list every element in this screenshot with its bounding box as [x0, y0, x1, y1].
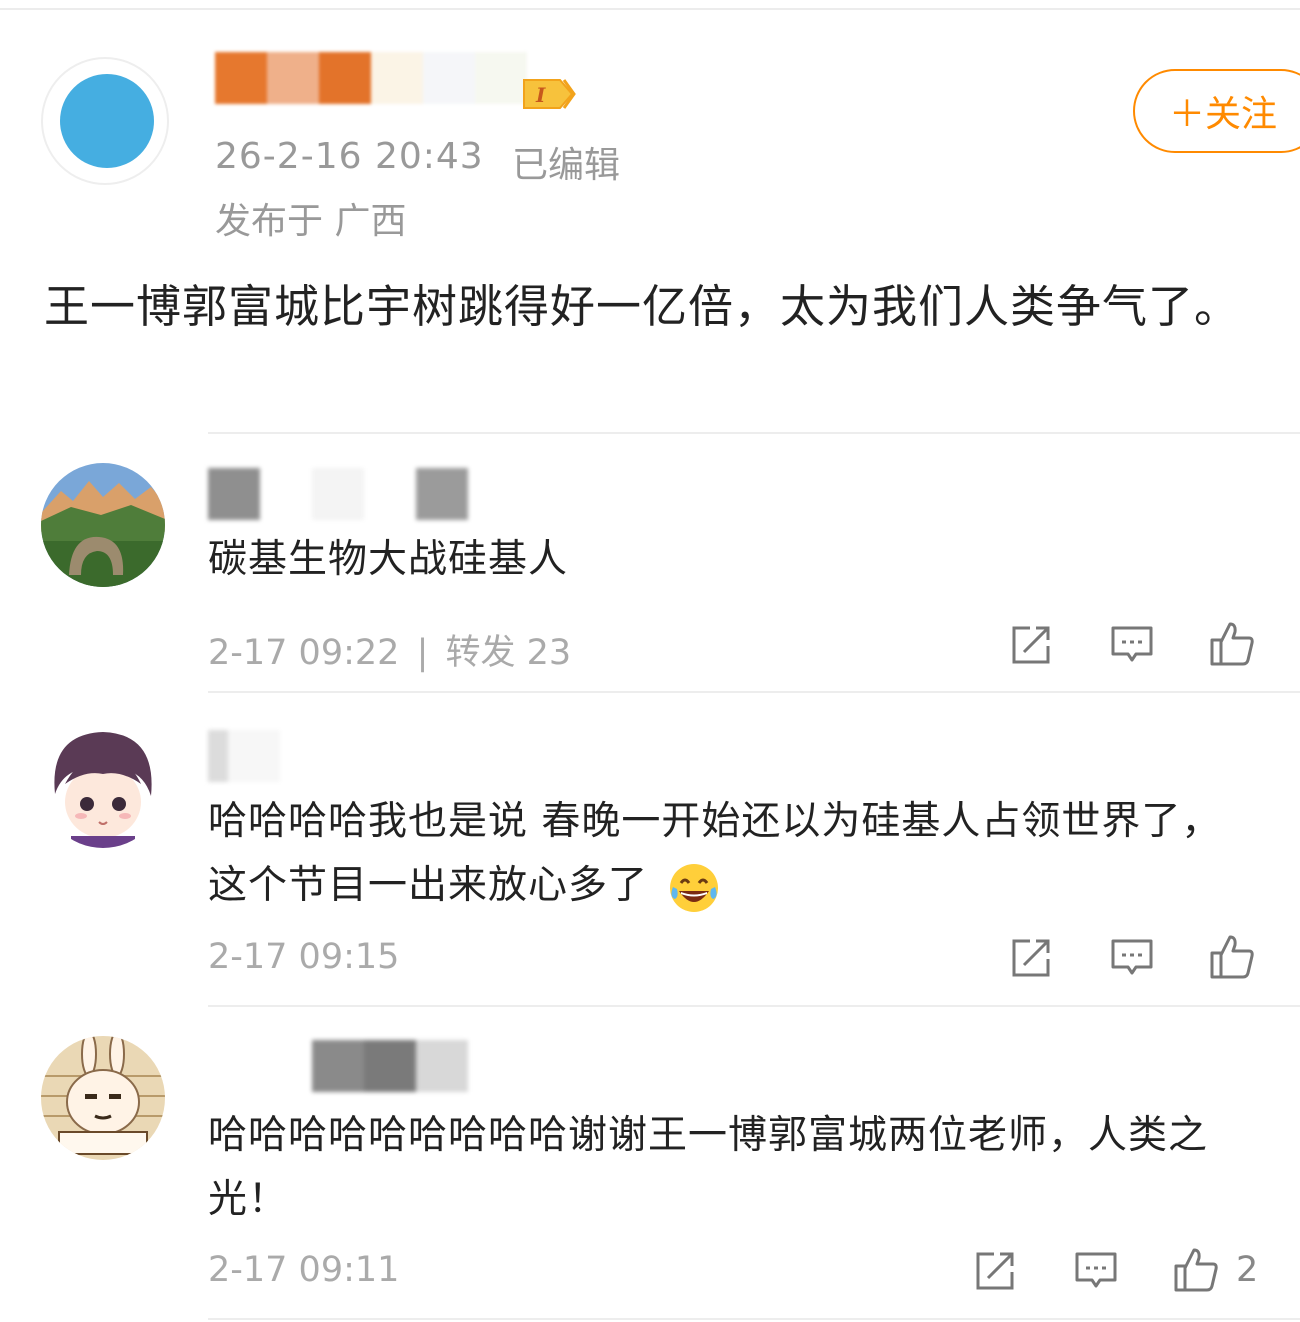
- meme-avatar-image: [41, 1036, 165, 1160]
- mountain-landscape-image: [41, 463, 165, 587]
- avatar-fill: [60, 74, 154, 168]
- divider: [208, 1005, 1300, 1007]
- repost-count: 转发 23: [445, 633, 572, 673]
- thumbs-up-icon: [1210, 935, 1254, 979]
- comment-text: 哈哈哈哈哈哈哈哈哈谢谢王一博郭富城两位老师，人类之光！: [208, 1113, 1209, 1222]
- like-button[interactable]: [1208, 620, 1256, 668]
- comment-time: 2-17 09:15: [208, 937, 400, 977]
- like-button[interactable]: [1172, 1246, 1220, 1294]
- divider: [208, 432, 1300, 434]
- author-name-redacted[interactable]: [215, 52, 527, 104]
- like-button[interactable]: [1208, 933, 1256, 981]
- edited-label: 已编辑: [512, 145, 621, 186]
- reply-button[interactable]: [1108, 620, 1156, 668]
- divider: [208, 691, 1300, 693]
- comment-icon: [1111, 939, 1153, 975]
- repost-button[interactable]: [1008, 620, 1056, 668]
- laughing-tears-icon: [670, 863, 719, 912]
- top-divider: [0, 8, 1300, 10]
- commenter-avatar[interactable]: [41, 1036, 165, 1160]
- follow-button[interactable]: ＋关注: [1133, 69, 1300, 153]
- thumbs-up-icon: [1210, 622, 1254, 666]
- share-icon: [1012, 626, 1050, 664]
- repost-button[interactable]: [972, 1246, 1020, 1294]
- reply-button[interactable]: [1108, 933, 1156, 981]
- author-avatar[interactable]: [41, 57, 169, 185]
- comment-icon: [1075, 1252, 1117, 1288]
- meta-separator: |: [416, 633, 429, 673]
- thumbs-up-icon: [1174, 1248, 1218, 1292]
- member-badge-icon: I: [523, 79, 576, 109]
- commenter-name-redacted[interactable]: [208, 730, 384, 782]
- post-location: 发布于 广西: [215, 201, 407, 242]
- comment-meta: 2-17 09:22 | 转发 23: [208, 624, 571, 675]
- post-timestamp: 26-2-16 20:43: [215, 136, 484, 177]
- reply-button[interactable]: [1072, 1246, 1120, 1294]
- commenter-avatar[interactable]: [41, 463, 165, 587]
- commenter-avatar[interactable]: [41, 724, 165, 848]
- divider: [208, 1318, 1300, 1320]
- like-count: 2: [1236, 1250, 1259, 1290]
- comment-icon: [1111, 626, 1153, 662]
- svg-text:I: I: [535, 83, 546, 107]
- comment-text: 碳基生物大战硅基人: [208, 537, 569, 582]
- commenter-name-redacted[interactable]: [208, 1040, 520, 1092]
- cartoon-avatar-image: [41, 724, 165, 848]
- commenter-name-redacted[interactable]: [208, 468, 520, 520]
- comment-time: 2-17 09:22: [208, 633, 400, 673]
- comment-time: 2-17 09:11: [208, 1250, 400, 1290]
- comment-text: 哈哈哈哈我也是说 春晚一开始还以为硅基人占领世界了，这个节目一出来放心多了: [208, 790, 1258, 918]
- share-icon: [976, 1252, 1014, 1290]
- repost-button[interactable]: [1008, 933, 1056, 981]
- share-icon: [1012, 939, 1050, 977]
- post-body: 王一博郭富城比宇树跳得好一亿倍，太为我们人类争气了。: [44, 280, 1241, 333]
